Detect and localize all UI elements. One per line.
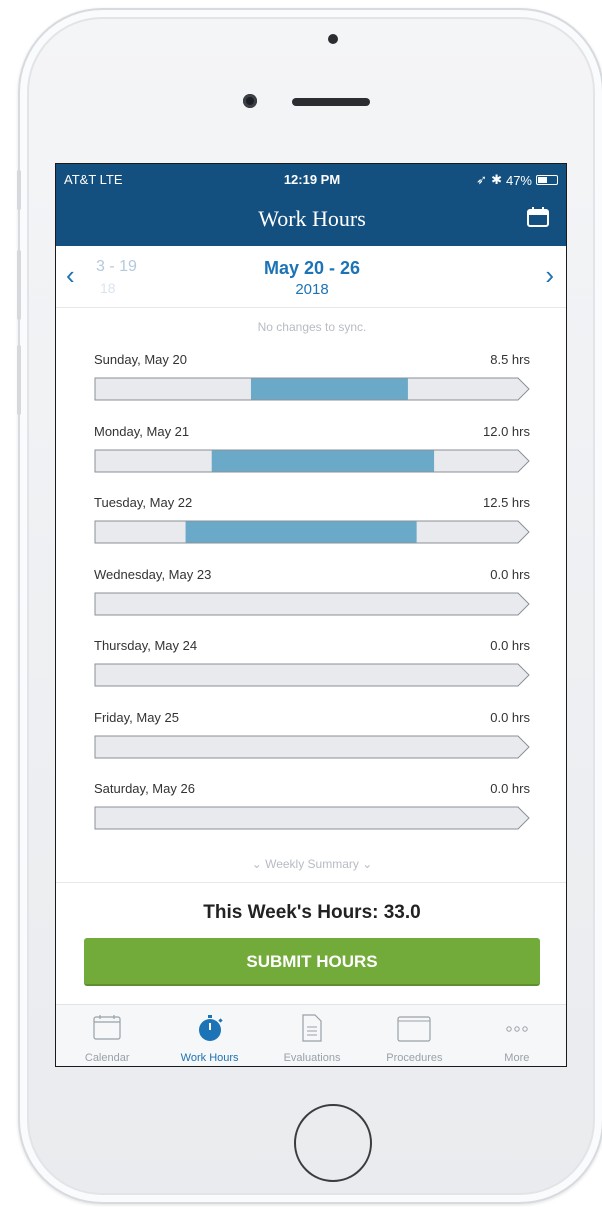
bar-track xyxy=(95,592,529,615)
hours-timeline-bar[interactable] xyxy=(94,520,530,544)
day-hours: 12.5 hrs xyxy=(483,495,530,510)
day-label: Wednesday, May 23 xyxy=(94,566,212,582)
bluetooth-icon: ✱ xyxy=(491,172,502,187)
home-button[interactable] xyxy=(294,1104,372,1182)
day-hours: 0.0 hrs xyxy=(490,566,530,582)
tab-work-hours[interactable]: Work Hours xyxy=(158,1005,260,1066)
tab-label: Work Hours xyxy=(180,1052,239,1064)
tab-label: Calendar xyxy=(84,1052,130,1064)
stopwatch-icon xyxy=(198,1015,223,1041)
tab-procedures[interactable]: Procedures xyxy=(363,1005,465,1066)
proximity-sensor xyxy=(328,34,338,44)
app-screen: AT&T LTE 12:19 PM ➶ ✱ 47% Work Hours ‹ 3… xyxy=(55,163,567,1067)
earpiece-speaker xyxy=(292,98,370,106)
more-dots-icon xyxy=(506,1026,528,1032)
top-bar: AT&T LTE 12:19 PM ➶ ✱ 47% Work Hours xyxy=(56,164,566,246)
tab-calendar[interactable]: Calendar xyxy=(56,1005,158,1066)
sync-status: No changes to sync. xyxy=(257,320,367,334)
current-week-range: May 20 - 26 xyxy=(263,258,361,278)
chevron-down-icon: ⌄ xyxy=(251,857,262,871)
tab-more[interactable]: More xyxy=(466,1005,566,1066)
day-label: Tuesday, May 22 xyxy=(94,495,193,510)
hours-timeline-bar[interactable] xyxy=(94,377,530,401)
day-hours: 0.0 hrs xyxy=(490,638,530,653)
tab-evaluations[interactable]: Evaluations xyxy=(261,1005,363,1066)
battery-percent: 47% xyxy=(505,172,532,188)
folder-icon xyxy=(397,1016,432,1042)
chevron-down-icon: ⌄ xyxy=(362,857,373,871)
hours-timeline-bar[interactable] xyxy=(94,663,530,687)
tab-label: Procedures xyxy=(386,1052,443,1064)
tab-bar: Calendar Work Hours Evaluations Procedur… xyxy=(56,1004,566,1066)
day-label: Saturday, May 26 xyxy=(94,781,195,796)
day-row[interactable]: Monday, May 21 12.0 hrs xyxy=(94,424,530,484)
current-week-year: 2018 xyxy=(295,281,329,298)
day-hours: 0.0 hrs xyxy=(490,709,530,725)
calendar-icon[interactable] xyxy=(526,206,550,228)
day-row[interactable]: Sunday, May 20 8.5 hrs xyxy=(94,352,530,412)
day-hours: 12.0 hrs xyxy=(483,423,530,439)
location-icon: ➶ xyxy=(476,172,488,187)
calendar-icon xyxy=(93,1015,121,1040)
day-label: Sunday, May 20 xyxy=(94,352,187,367)
document-icon xyxy=(302,1014,322,1042)
week-total-hours: This Week's Hours: 33.0 xyxy=(203,902,421,923)
divider xyxy=(56,882,566,883)
day-row[interactable]: Wednesday, May 23 0.0 hrs xyxy=(94,567,530,627)
worked-hours-fill xyxy=(211,449,435,472)
tab-label: More xyxy=(504,1052,530,1064)
battery-icon xyxy=(536,175,558,185)
day-row[interactable]: Tuesday, May 22 12.5 hrs xyxy=(94,495,530,555)
hours-timeline-bar[interactable] xyxy=(94,449,530,473)
day-row[interactable]: Thursday, May 24 0.0 hrs xyxy=(94,638,530,698)
day-hours: 8.5 hrs xyxy=(490,352,530,367)
next-week-chevron-icon[interactable]: › xyxy=(545,260,554,291)
mute-switch xyxy=(17,170,21,210)
day-label: Friday, May 25 xyxy=(94,709,180,725)
day-label: Thursday, May 24 xyxy=(94,638,198,653)
day-label: Monday, May 21 xyxy=(94,423,190,439)
day-row[interactable]: Saturday, May 26 0.0 hrs xyxy=(94,781,530,841)
tab-label: Evaluations xyxy=(283,1052,341,1064)
volume-down-button xyxy=(17,345,21,415)
weekly-summary-label: Weekly Summary xyxy=(265,857,359,871)
submit-hours-button[interactable]: SUBMIT HOURS xyxy=(84,938,540,986)
worked-hours-fill xyxy=(250,378,408,400)
bar-track xyxy=(95,735,529,758)
bar-track xyxy=(95,664,529,686)
hours-timeline-bar[interactable] xyxy=(94,592,530,616)
worked-hours-fill xyxy=(185,521,417,543)
status-right: ➶ ✱ 47% xyxy=(476,172,558,188)
weekly-summary-toggle[interactable]: ⌄ Weekly Summary ⌄ xyxy=(56,857,566,871)
week-navigator: ‹ 3 - 19 18 May 20 - 26 2018 › xyxy=(56,246,566,308)
hours-timeline-bar[interactable] xyxy=(94,806,530,830)
hours-timeline-bar[interactable] xyxy=(94,735,530,759)
day-hours: 0.0 hrs xyxy=(490,781,530,796)
volume-up-button xyxy=(17,250,21,320)
page-title: Work Hours xyxy=(258,206,366,231)
bar-track xyxy=(95,807,529,829)
front-camera xyxy=(243,94,257,108)
day-row[interactable]: Friday, May 25 0.0 hrs xyxy=(94,710,530,770)
